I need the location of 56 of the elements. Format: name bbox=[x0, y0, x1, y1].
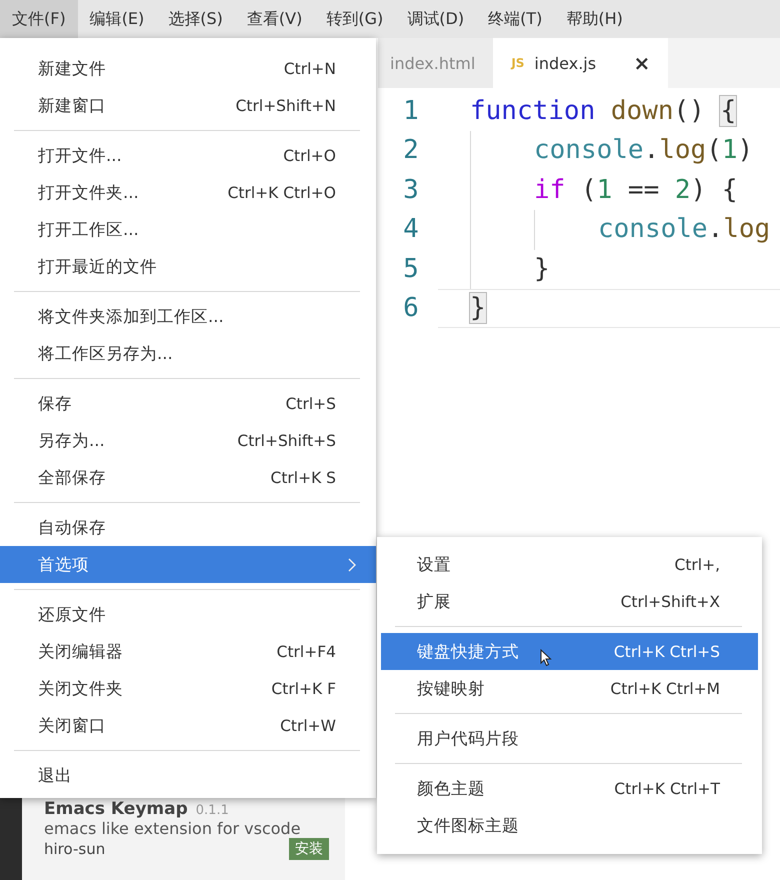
line-number: 3 bbox=[402, 174, 420, 205]
extension-name: Emacs Keymap bbox=[44, 799, 188, 819]
menu-bar-item[interactable]: 终端(T) bbox=[476, 0, 554, 38]
menu-item[interactable]: 退出 bbox=[0, 757, 376, 794]
menu-bar-item[interactable]: 调试(D) bbox=[395, 0, 476, 38]
menu-item[interactable]: 新建窗口 Ctrl+Shift+N bbox=[0, 87, 376, 124]
extension-description: emacs like extension for vscode bbox=[44, 819, 302, 838]
extension-version: 0.1.1 bbox=[196, 803, 229, 818]
menu-item[interactable]: 全部保存 Ctrl+K S bbox=[0, 459, 376, 496]
menu-item[interactable]: 关闭编辑器 Ctrl+F4 bbox=[0, 633, 376, 670]
code-line: console.log bbox=[597, 213, 772, 246]
menu-item[interactable]: 关闭窗口 Ctrl+W bbox=[0, 707, 376, 744]
menu-item[interactable]: 首选项 bbox=[0, 546, 376, 583]
menu-bar-item[interactable]: 文件(F) bbox=[0, 0, 78, 38]
menu-item[interactable]: 自动保存 bbox=[0, 509, 376, 546]
extension-author: hiro-sun bbox=[44, 840, 106, 858]
menu-item[interactable]: 打开文件夹... Ctrl+K Ctrl+O bbox=[0, 174, 376, 211]
menu-item[interactable]: 文件图标主题 bbox=[381, 807, 758, 844]
menu-item[interactable]: 按键映射 Ctrl+K Ctrl+M bbox=[381, 670, 758, 707]
menu-item[interactable]: 新建文件 Ctrl+N bbox=[0, 50, 376, 87]
menu-item[interactable]: 还原文件 bbox=[0, 596, 376, 633]
line-number: 4 bbox=[402, 214, 420, 244]
tab-label: index.html bbox=[390, 54, 476, 72]
menu-item[interactable]: 保存 Ctrl+S bbox=[0, 385, 376, 422]
line-number: 2 bbox=[402, 135, 420, 166]
menu-bar-item[interactable]: 编辑(E) bbox=[78, 0, 156, 38]
menu-item[interactable]: 设置 Ctrl+, bbox=[381, 546, 758, 583]
tab-label: index.js bbox=[534, 54, 596, 72]
js-file-icon: JS bbox=[511, 56, 524, 70]
menu-item[interactable]: 打开工作区... bbox=[0, 211, 376, 248]
menu-item[interactable]: 颜色主题 Ctrl+K Ctrl+T bbox=[381, 770, 758, 807]
install-button[interactable]: 安装 bbox=[289, 838, 329, 860]
line-number: 6 bbox=[402, 293, 420, 324]
code-line: } bbox=[438, 288, 780, 328]
menu-item[interactable]: 将文件夹添加到工作区... bbox=[0, 298, 376, 335]
close-icon[interactable]: × bbox=[634, 51, 650, 75]
line-number: 1 bbox=[402, 96, 420, 126]
code-line: if (1 == 2) { bbox=[533, 174, 739, 207]
menu-bar-item[interactable]: 帮助(H) bbox=[554, 0, 635, 38]
menu-bar-item[interactable]: 选择(S) bbox=[156, 0, 235, 38]
code-line: } bbox=[533, 252, 551, 286]
menu-item[interactable]: 键盘快捷方式 Ctrl+K Ctrl+S bbox=[381, 633, 758, 670]
menu-item[interactable]: 扩展 Ctrl+Shift+X bbox=[381, 583, 758, 620]
menu-item[interactable]: 用户代码片段 bbox=[381, 720, 758, 757]
code-line: function down() { bbox=[469, 94, 738, 128]
menu-item[interactable]: 将工作区另存为... bbox=[0, 335, 376, 372]
mouse-pointer-icon bbox=[540, 649, 552, 667]
code-line: console.log(1) bbox=[533, 134, 754, 168]
editor-tab[interactable]: JS index.js × bbox=[493, 38, 668, 88]
menu-bar-item[interactable]: 查看(V) bbox=[234, 0, 314, 38]
menu-item[interactable]: 打开文件... Ctrl+O bbox=[0, 137, 376, 174]
menu-item[interactable]: 打开最近的文件 bbox=[0, 248, 376, 285]
line-number: 5 bbox=[402, 254, 420, 284]
menu-bar-item[interactable]: 转到(G) bbox=[314, 0, 396, 38]
menu-item[interactable]: 关闭文件夹 Ctrl+K F bbox=[0, 670, 376, 707]
menu-item[interactable]: 另存为... Ctrl+Shift+S bbox=[0, 422, 376, 459]
